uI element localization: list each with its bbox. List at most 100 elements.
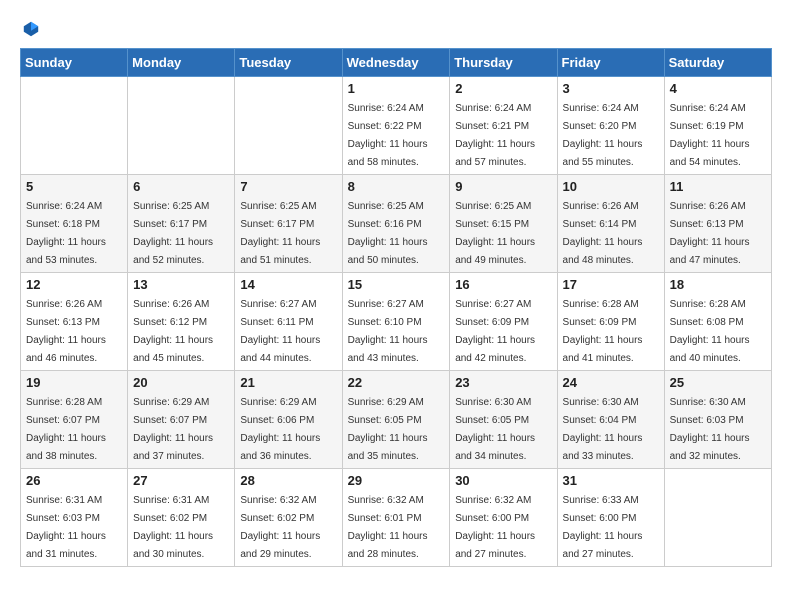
day-number: 1 [348,81,445,96]
day-number: 14 [240,277,336,292]
day-number: 16 [455,277,551,292]
day-number: 20 [133,375,229,390]
day-info: Sunrise: 6:32 AM Sunset: 6:02 PM Dayligh… [240,495,320,560]
calendar-cell: 21 Sunrise: 6:29 AM Sunset: 6:06 PM Dayli… [235,371,342,469]
day-number: 31 [563,473,659,488]
calendar-week-row: 5Sunrise: 6:24 AM Sunset: 6:18 PM Daylig… [21,175,772,273]
calendar-week-row: 12 Sunrise: 6:26 AM Sunset: 6:13 PM Dayli… [21,273,772,371]
day-info: Sunrise: 6:26 AM Sunset: 6:13 PM Dayligh… [670,201,750,266]
day-info: Sunrise: 6:26 AM Sunset: 6:12 PM Dayligh… [133,299,213,364]
calendar-cell [664,469,771,567]
day-number: 10 [563,179,659,194]
day-number: 19 [26,375,122,390]
calendar-week-row: 26 Sunrise: 6:31 AM Sunset: 6:03 PM Dayli… [21,469,772,567]
calendar-cell: 24 Sunrise: 6:30 AM Sunset: 6:04 PM Dayli… [557,371,664,469]
day-number: 5 [26,179,122,194]
calendar-cell: 13 Sunrise: 6:26 AM Sunset: 6:12 PM Dayli… [128,273,235,371]
day-number: 4 [670,81,766,96]
calendar-table: SundayMondayTuesdayWednesdayThursdayFrid… [20,48,772,567]
day-of-week-header: Monday [128,49,235,77]
day-number: 17 [563,277,659,292]
day-info: Sunrise: 6:27 AM Sunset: 6:10 PM Dayligh… [348,299,428,364]
calendar-cell: 28Sunrise: 6:32 AM Sunset: 6:02 PM Dayli… [235,469,342,567]
day-info: Sunrise: 6:27 AM Sunset: 6:09 PM Dayligh… [455,299,535,364]
calendar-cell [128,77,235,175]
calendar-cell: 5Sunrise: 6:24 AM Sunset: 6:18 PM Daylig… [21,175,128,273]
calendar-cell: 10Sunrise: 6:26 AM Sunset: 6:14 PM Dayli… [557,175,664,273]
calendar-cell: 29Sunrise: 6:32 AM Sunset: 6:01 PM Dayli… [342,469,450,567]
day-info: Sunrise: 6:32 AM Sunset: 6:01 PM Dayligh… [348,495,428,560]
day-info: Sunrise: 6:29 AM Sunset: 6:05 PM Dayligh… [348,397,428,462]
calendar-cell: 30 Sunrise: 6:32 AM Sunset: 6:00 PM Dayli… [450,469,557,567]
day-info: Sunrise: 6:24 AM Sunset: 6:22 PM Dayligh… [348,103,428,168]
day-number: 2 [455,81,551,96]
day-number: 7 [240,179,336,194]
day-number: 23 [455,375,551,390]
day-number: 11 [670,179,766,194]
page-header [20,20,772,38]
day-number: 8 [348,179,445,194]
day-info: Sunrise: 6:30 AM Sunset: 6:03 PM Dayligh… [670,397,750,462]
day-number: 18 [670,277,766,292]
day-info: Sunrise: 6:25 AM Sunset: 6:15 PM Dayligh… [455,201,535,266]
day-number: 26 [26,473,122,488]
day-info: Sunrise: 6:28 AM Sunset: 6:09 PM Dayligh… [563,299,643,364]
day-info: Sunrise: 6:25 AM Sunset: 6:16 PM Dayligh… [348,201,428,266]
day-number: 6 [133,179,229,194]
day-of-week-header: Thursday [450,49,557,77]
calendar-week-row: 1 Sunrise: 6:24 AM Sunset: 6:22 PM Daylig… [21,77,772,175]
calendar-cell [21,77,128,175]
calendar-cell: 3Sunrise: 6:24 AM Sunset: 6:20 PM Daylig… [557,77,664,175]
day-info: Sunrise: 6:30 AM Sunset: 6:04 PM Dayligh… [563,397,643,462]
calendar-cell: 22 Sunrise: 6:29 AM Sunset: 6:05 PM Dayli… [342,371,450,469]
calendar-cell: 31 Sunrise: 6:33 AM Sunset: 6:00 PM Dayli… [557,469,664,567]
day-number: 12 [26,277,122,292]
calendar-cell: 11 Sunrise: 6:26 AM Sunset: 6:13 PM Dayli… [664,175,771,273]
day-of-week-header: Wednesday [342,49,450,77]
day-info: Sunrise: 6:28 AM Sunset: 6:08 PM Dayligh… [670,299,750,364]
day-of-week-header: Friday [557,49,664,77]
calendar-cell: 15 Sunrise: 6:27 AM Sunset: 6:10 PM Dayli… [342,273,450,371]
calendar-cell: 8 Sunrise: 6:25 AM Sunset: 6:16 PM Daylig… [342,175,450,273]
day-number: 3 [563,81,659,96]
calendar-cell: 2 Sunrise: 6:24 AM Sunset: 6:21 PM Daylig… [450,77,557,175]
calendar-cell: 18 Sunrise: 6:28 AM Sunset: 6:08 PM Dayli… [664,273,771,371]
logo [20,20,40,38]
calendar-cell: 7 Sunrise: 6:25 AM Sunset: 6:17 PM Daylig… [235,175,342,273]
day-info: Sunrise: 6:32 AM Sunset: 6:00 PM Dayligh… [455,495,535,560]
calendar-cell: 9 Sunrise: 6:25 AM Sunset: 6:15 PM Daylig… [450,175,557,273]
day-info: Sunrise: 6:25 AM Sunset: 6:17 PM Dayligh… [240,201,320,266]
day-info: Sunrise: 6:29 AM Sunset: 6:07 PM Dayligh… [133,397,213,462]
day-of-week-header: Saturday [664,49,771,77]
day-number: 22 [348,375,445,390]
calendar-cell: 1 Sunrise: 6:24 AM Sunset: 6:22 PM Daylig… [342,77,450,175]
day-number: 24 [563,375,659,390]
day-number: 15 [348,277,445,292]
calendar-cell [235,77,342,175]
day-info: Sunrise: 6:24 AM Sunset: 6:21 PM Dayligh… [455,103,535,168]
day-info: Sunrise: 6:31 AM Sunset: 6:02 PM Dayligh… [133,495,213,560]
calendar-cell: 25 Sunrise: 6:30 AM Sunset: 6:03 PM Dayli… [664,371,771,469]
day-info: Sunrise: 6:33 AM Sunset: 6:00 PM Dayligh… [563,495,643,560]
day-info: Sunrise: 6:29 AM Sunset: 6:06 PM Dayligh… [240,397,320,462]
day-info: Sunrise: 6:31 AM Sunset: 6:03 PM Dayligh… [26,495,106,560]
calendar-cell: 14 Sunrise: 6:27 AM Sunset: 6:11 PM Dayli… [235,273,342,371]
calendar-cell: 26 Sunrise: 6:31 AM Sunset: 6:03 PM Dayli… [21,469,128,567]
day-number: 9 [455,179,551,194]
day-number: 30 [455,473,551,488]
day-info: Sunrise: 6:25 AM Sunset: 6:17 PM Dayligh… [133,201,213,266]
day-info: Sunrise: 6:26 AM Sunset: 6:13 PM Dayligh… [26,299,106,364]
day-number: 25 [670,375,766,390]
day-of-week-header: Sunday [21,49,128,77]
day-info: Sunrise: 6:24 AM Sunset: 6:19 PM Dayligh… [670,103,750,168]
calendar-cell: 17 Sunrise: 6:28 AM Sunset: 6:09 PM Dayli… [557,273,664,371]
day-number: 21 [240,375,336,390]
calendar-cell: 23Sunrise: 6:30 AM Sunset: 6:05 PM Dayli… [450,371,557,469]
day-of-week-header: Tuesday [235,49,342,77]
calendar-cell: 16 Sunrise: 6:27 AM Sunset: 6:09 PM Dayli… [450,273,557,371]
day-number: 27 [133,473,229,488]
calendar-cell: 6 Sunrise: 6:25 AM Sunset: 6:17 PM Daylig… [128,175,235,273]
day-number: 13 [133,277,229,292]
day-info: Sunrise: 6:27 AM Sunset: 6:11 PM Dayligh… [240,299,320,364]
calendar-cell: 12 Sunrise: 6:26 AM Sunset: 6:13 PM Dayli… [21,273,128,371]
